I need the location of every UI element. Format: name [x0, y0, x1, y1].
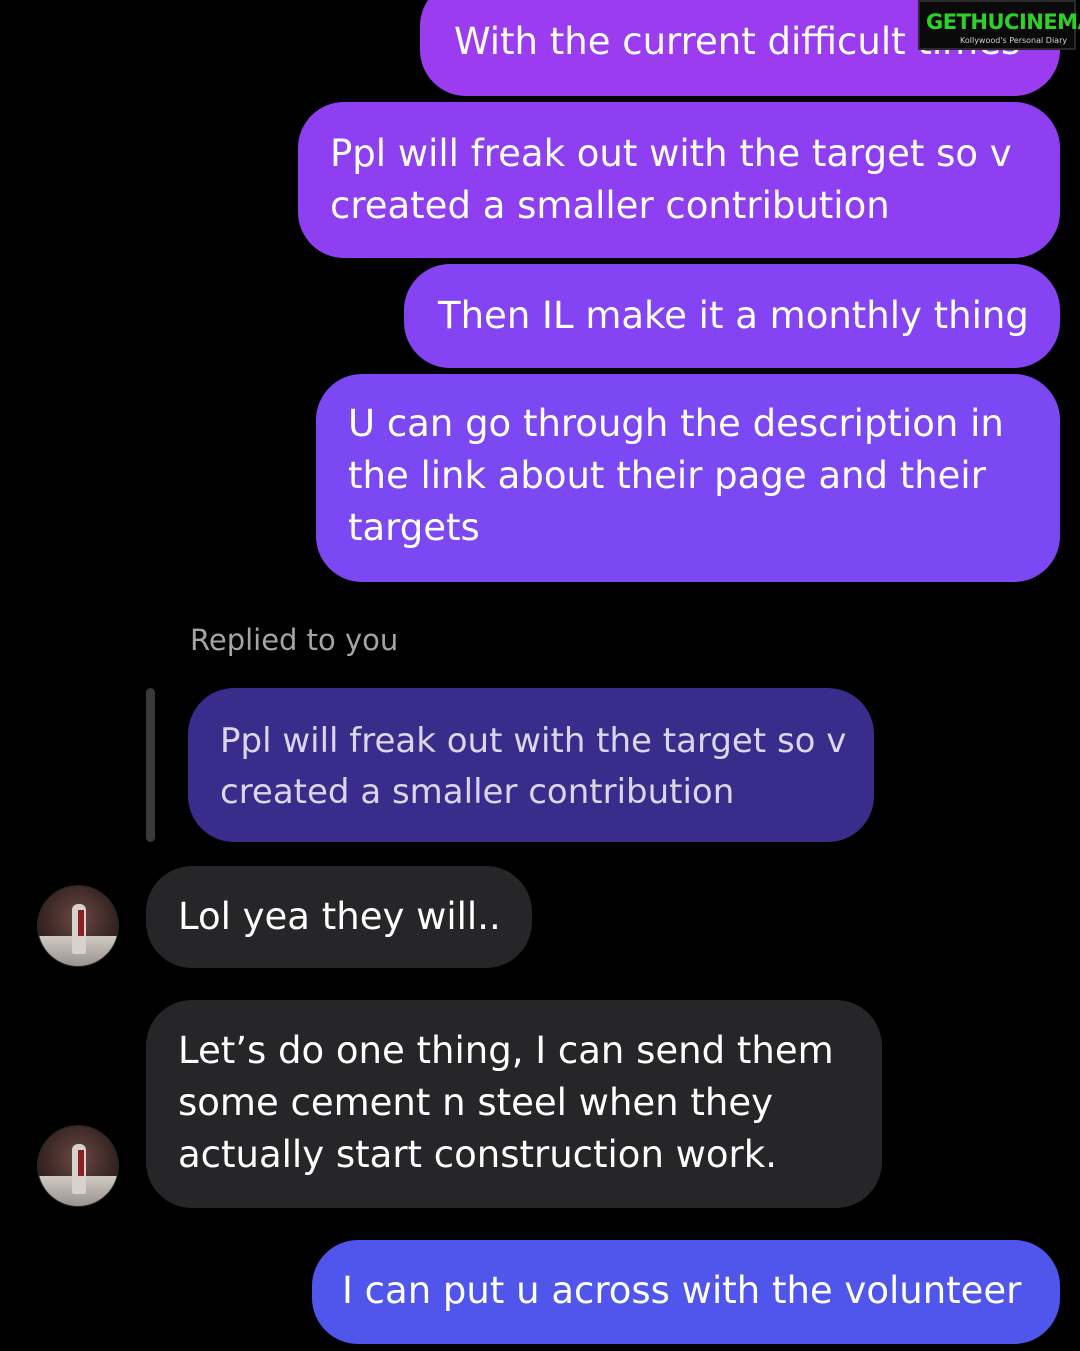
message-text-line: Ppl will freak out with the target so v: [330, 132, 1012, 175]
message-text-line: I can put u across with the volunteer: [342, 1269, 1022, 1312]
message-text-line: created a smaller contribution: [330, 184, 890, 227]
message-text-line: the link about their page and their: [348, 454, 986, 497]
message-text-line: actually start construction work.: [178, 1133, 777, 1176]
message-text-line: U can go through the description in: [348, 402, 1004, 445]
sender-avatar[interactable]: [38, 886, 118, 966]
avatar-figure-detail: [78, 1150, 84, 1176]
avatar-figure-detail: [78, 910, 84, 936]
quoted-message-bubble[interactable]: Ppl will freak out with the target so v …: [188, 688, 874, 842]
message-text-line: Let’s do one thing, I can send them: [178, 1029, 834, 1072]
outgoing-message-bubble[interactable]: Ppl will freak out with the target so v …: [298, 102, 1060, 258]
watermark-tagline: Kollywood's Personal Diary: [960, 36, 1068, 45]
watermark-title: GETHUCINEMA: [926, 10, 1080, 34]
message-text-line: Then IL make it a monthly thing: [438, 294, 1029, 337]
message-text-line: some cement n steel when they: [178, 1081, 773, 1124]
quoted-text-line: Ppl will freak out with the target so v: [220, 721, 847, 761]
watermark-logo: GETHUCINEMA Kollywood's Personal Diary: [918, 0, 1080, 50]
sender-avatar[interactable]: [38, 1126, 118, 1206]
outgoing-message-bubble[interactable]: I can put u across with the volunteer: [312, 1240, 1060, 1344]
outgoing-message-bubble[interactable]: U can go through the description in the …: [316, 374, 1060, 582]
message-text-line: Lol yea they will..: [178, 895, 501, 938]
incoming-message-bubble[interactable]: Let’s do one thing, I can send them some…: [146, 1000, 882, 1208]
outgoing-message-bubble[interactable]: Then IL make it a monthly thing: [404, 264, 1060, 368]
replied-to-you-label: Replied to you: [190, 623, 399, 657]
message-text-line: targets: [348, 506, 480, 549]
incoming-message-bubble[interactable]: Lol yea they will..: [146, 866, 532, 968]
quoted-text-line: created a smaller contribution: [220, 772, 735, 812]
reply-indicator-bar: [146, 688, 155, 842]
